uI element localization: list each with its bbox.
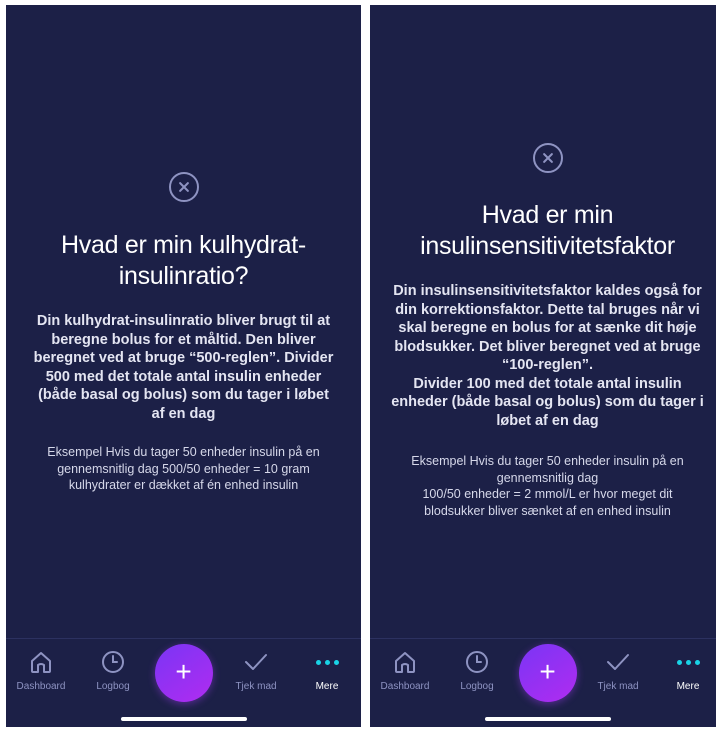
- nav-tjek-mad[interactable]: Tjek mad: [223, 649, 289, 692]
- page-title: Hvad er min insulinsensitivitetsfaktor: [420, 201, 675, 260]
- nav-dashboard[interactable]: Dashboard: [8, 649, 74, 692]
- close-icon[interactable]: [532, 143, 563, 173]
- nav-dashboard[interactable]: Dashboard: [372, 649, 438, 692]
- nav-label-logbog: Logbog: [460, 681, 494, 692]
- nav-label-mere: Mere: [315, 681, 339, 692]
- checkmark-icon: [585, 649, 651, 675]
- add-button[interactable]: +: [518, 644, 577, 702]
- home-indicator[interactable]: [120, 717, 247, 721]
- nav-label-mere: Mere: [676, 681, 700, 692]
- checkmark-icon: [223, 649, 289, 675]
- example-text: Eksempel Hvis du tager 50 enheder insuli…: [47, 445, 320, 492]
- plus-icon: +: [175, 656, 192, 687]
- nav-label-tjek-mad: Tjek mad: [597, 681, 639, 692]
- clock-icon: [80, 649, 146, 675]
- close-icon[interactable]: [168, 172, 199, 202]
- home-indicator[interactable]: [484, 717, 611, 721]
- example-text: Eksempel Hvis du tager 50 enheder insuli…: [411, 454, 684, 518]
- nav-label-tjek-mad: Tjek mad: [235, 681, 277, 692]
- nav-label-logbog: Logbog: [96, 681, 130, 692]
- nav-logbog[interactable]: Logbog: [444, 649, 510, 692]
- nav-mere[interactable]: Mere: [294, 649, 360, 692]
- more-dots-icon: [294, 649, 360, 675]
- nav-tjek-mad[interactable]: Tjek mad: [585, 649, 651, 692]
- page-title: Hvad er min kulhydrat-insulinratio?: [61, 231, 306, 290]
- nav-label-dashboard: Dashboard: [16, 681, 66, 692]
- screen-carb-ratio: Hvad er min kulhydrat-insulinratio? Din …: [6, 5, 361, 727]
- more-dots-icon: [655, 649, 716, 675]
- screen-insulin-sensitivity: Hvad er min insulinsensitivitetsfaktor D…: [370, 5, 716, 727]
- description-text: Din insulinsensitivitetsfaktor kaldes og…: [391, 283, 704, 429]
- clock-icon: [444, 649, 510, 675]
- nav-logbog[interactable]: Logbog: [80, 649, 146, 692]
- nav-mere[interactable]: Mere: [655, 649, 716, 692]
- home-icon: [8, 649, 74, 675]
- nav-label-dashboard: Dashboard: [380, 681, 430, 692]
- home-icon: [372, 649, 438, 675]
- bottom-nav: Dashboard Logbog + Tjek mad Mere: [6, 638, 361, 727]
- description-text: Din kulhydrat-insulinratio bliver brugt …: [33, 313, 334, 422]
- plus-icon: +: [539, 656, 556, 687]
- bottom-nav: Dashboard Logbog + Tjek mad Mere: [370, 638, 716, 727]
- add-button[interactable]: +: [154, 644, 213, 702]
